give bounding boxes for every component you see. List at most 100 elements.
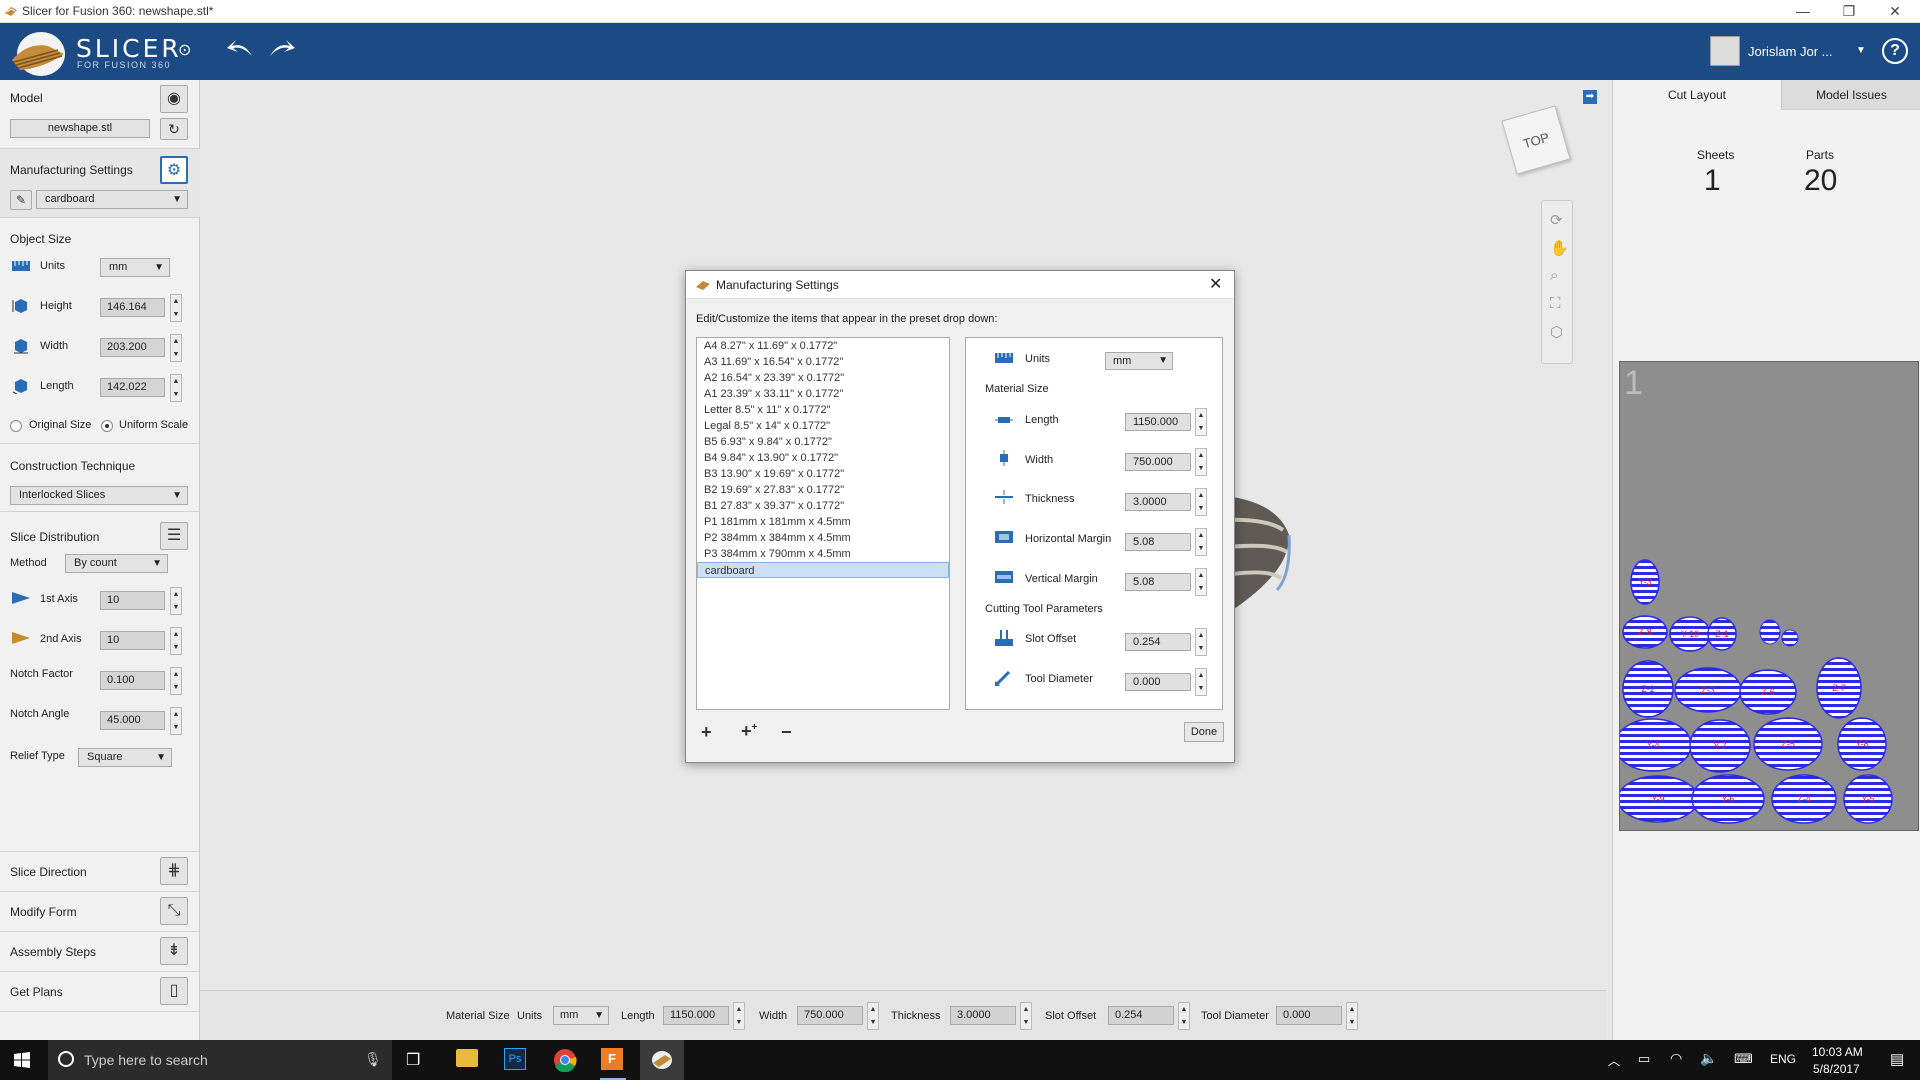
slice-direction-section[interactable]: Slice Direction ⋕ xyxy=(0,852,200,892)
fit-view-icon[interactable]: ⛶ xyxy=(1550,295,1561,312)
preset-item[interactable]: cardboard xyxy=(697,562,949,578)
refresh-icon[interactable]: ↻ xyxy=(160,118,188,140)
fusion360-icon[interactable]: F xyxy=(601,1048,623,1070)
preset-item[interactable]: B4 9.84" x 13.90" x 0.1772" xyxy=(697,450,949,466)
dlg-hmargin-stepper[interactable]: ▲ ▼ xyxy=(1195,528,1207,556)
tab-model-issues[interactable]: Model Issues xyxy=(1781,80,1920,110)
bb-length-input[interactable]: 1150.000 xyxy=(663,1006,729,1025)
user-menu[interactable]: Jorislam Jor ... ▼ xyxy=(1710,33,1866,69)
eye-icon[interactable]: ◉ xyxy=(160,85,188,113)
home-cube-icon[interactable]: ⬡ xyxy=(1550,323,1563,341)
preset-item[interactable]: B3 13.90" x 19.69" x 0.1772" xyxy=(697,466,949,482)
preset-item[interactable]: Legal 8.5" x 14" x 0.1772" xyxy=(697,418,949,434)
cut-sheet[interactable]: 1 Y-3 Z-8 Y-10 Z-1 Z-2 Z-3 Z-6 Z-7 Y-4 Y-7 Z-5 Y-8 Y… xyxy=(1619,361,1919,831)
cut-part[interactable] xyxy=(1781,629,1799,647)
preset-item[interactable]: P1 181mm x 181mm x 4.5mm xyxy=(697,514,949,530)
manufacturing-preset-select[interactable]: cardboard ▼ xyxy=(36,190,188,209)
battery-icon[interactable]: ▭ xyxy=(1638,1051,1650,1080)
preset-item[interactable]: B2 19.69" x 27.83" x 0.1772" xyxy=(697,482,949,498)
settings-circle-icon[interactable]: ⊙ xyxy=(178,40,191,62)
preset-item[interactable]: B5 6.93" x 9.84" x 0.1772" xyxy=(697,434,949,450)
bb-width-stepper[interactable]: ▲ ▼ xyxy=(867,1002,879,1030)
zoom-icon[interactable]: ⌕ xyxy=(1550,267,1558,284)
axis1-stepper[interactable]: ▲ ▼ xyxy=(170,587,182,615)
chevron-up-icon[interactable]: ︿ xyxy=(1608,1052,1620,1080)
remove-preset-button[interactable]: − xyxy=(781,722,792,743)
dlg-tool-diameter-input[interactable]: 0.000 xyxy=(1125,673,1191,691)
modify-form-icon[interactable]: ⤡ xyxy=(160,897,188,925)
bb-tool-diameter-input[interactable]: 0.000 xyxy=(1276,1006,1342,1025)
dlg-length-stepper[interactable]: ▲ ▼ xyxy=(1195,408,1207,436)
clock-date[interactable]: 5/8/2017 xyxy=(1813,1062,1860,1076)
file-explorer-icon[interactable] xyxy=(456,1049,478,1067)
undo-icon[interactable] xyxy=(226,38,254,60)
uniform-scale-radio[interactable] xyxy=(101,420,113,432)
done-button[interactable]: Done xyxy=(1184,722,1224,742)
preset-item[interactable]: A2 16.54" x 23.39" x 0.1772" xyxy=(697,370,949,386)
preset-item[interactable]: A4 8.27" x 11.69" x 0.1772" xyxy=(697,338,949,354)
axis2-stepper[interactable]: ▲ ▼ xyxy=(170,627,182,655)
view-cube[interactable]: TOP xyxy=(1501,105,1571,175)
preset-item[interactable]: P3 384mm x 790mm x 4.5mm xyxy=(697,546,949,562)
cut-part[interactable] xyxy=(1759,619,1781,645)
bb-tool-diameter-stepper[interactable]: ▲ ▼ xyxy=(1346,1002,1358,1030)
method-select[interactable]: By count ▼ xyxy=(65,554,168,573)
dlg-length-input[interactable]: 1150.000 xyxy=(1125,413,1191,431)
dlg-slot-offset-stepper[interactable]: ▲ ▼ xyxy=(1195,628,1207,656)
tab-cut-layout[interactable]: Cut Layout xyxy=(1613,80,1781,110)
width-stepper[interactable]: ▲ ▼ xyxy=(170,334,182,362)
add-preset-button[interactable]: + xyxy=(701,722,712,743)
windows-start-icon[interactable] xyxy=(14,1052,30,1068)
preset-item[interactable]: B1 27.83" x 39.37" x 0.1772" xyxy=(697,498,949,514)
language-indicator[interactable]: ENG xyxy=(1770,1052,1796,1080)
notch-factor-input[interactable]: 0.100 xyxy=(100,671,165,690)
dlg-units-select[interactable]: mm ▼ xyxy=(1105,352,1173,370)
dlg-slot-offset-input[interactable]: 0.254 xyxy=(1125,633,1191,651)
pencil-icon[interactable]: ✎ xyxy=(10,190,32,210)
length-input[interactable]: 142.022 xyxy=(100,378,165,397)
slice-direction-icon[interactable]: ⋕ xyxy=(160,857,188,885)
bb-slot-offset-input[interactable]: 0.254 xyxy=(1108,1006,1174,1025)
help-icon[interactable]: ? xyxy=(1882,38,1908,64)
bb-slot-offset-stepper[interactable]: ▲ ▼ xyxy=(1178,1002,1190,1030)
chrome-icon[interactable] xyxy=(553,1048,577,1072)
orbit-icon[interactable]: ⟳ xyxy=(1550,211,1563,229)
height-stepper[interactable]: ▲ ▼ xyxy=(170,294,182,322)
dlg-vmargin-input[interactable]: 5.08 xyxy=(1125,573,1191,591)
volume-icon[interactable]: 🔈 xyxy=(1700,1050,1717,1080)
task-view-icon[interactable]: ❐ xyxy=(406,1050,420,1080)
notch-angle-input[interactable]: 45.000 xyxy=(100,711,165,730)
preset-item[interactable]: P2 384mm x 384mm x 4.5mm xyxy=(697,530,949,546)
notifications-icon[interactable]: ▤ xyxy=(1890,1050,1904,1080)
notch-angle-stepper[interactable]: ▲ ▼ xyxy=(170,707,182,735)
notch-factor-stepper[interactable]: ▲ ▼ xyxy=(170,667,182,695)
document-icon[interactable]: ▯ xyxy=(160,977,188,1005)
bb-thickness-input[interactable]: 3.0000 xyxy=(950,1006,1016,1025)
modify-form-section[interactable]: Modify Form ⤡ xyxy=(0,892,200,932)
width-input[interactable]: 203.200 xyxy=(100,338,165,357)
get-plans-section[interactable]: Get Plans ▯ xyxy=(0,972,200,1012)
height-input[interactable]: 146.164 xyxy=(100,298,165,317)
minimize-button[interactable]: — xyxy=(1783,0,1823,23)
axis2-input[interactable]: 10 xyxy=(100,631,165,650)
bb-width-input[interactable]: 750.000 xyxy=(797,1006,863,1025)
chevron-down-icon[interactable]: ▼ xyxy=(1856,45,1866,56)
original-size-radio[interactable] xyxy=(10,420,22,432)
units-select[interactable]: mm ▼ xyxy=(100,258,170,277)
dlg-tool-diameter-stepper[interactable]: ▲ ▼ xyxy=(1195,668,1207,696)
bb-units-select[interactable]: mm ▼ xyxy=(553,1006,609,1025)
preset-item[interactable]: A3 11.69" x 16.54" x 0.1772" xyxy=(697,354,949,370)
gear-icon[interactable]: ⚙ xyxy=(160,156,188,184)
bb-thickness-stepper[interactable]: ▲ ▼ xyxy=(1020,1002,1032,1030)
microphone-icon[interactable]: 🎙 xyxy=(364,1051,382,1068)
redo-icon[interactable] xyxy=(268,38,296,60)
slicer-taskbar-button[interactable] xyxy=(640,1040,684,1080)
assembly-steps-section[interactable]: Assembly Steps ⇟ xyxy=(0,932,200,972)
duplicate-preset-icon[interactable]: ++ xyxy=(741,721,757,742)
pan-hand-icon[interactable]: ✋ xyxy=(1550,239,1569,257)
bb-length-stepper[interactable]: ▲ ▼ xyxy=(733,1002,745,1030)
list-icon[interactable]: ☰ xyxy=(160,522,188,550)
preset-item[interactable]: A1 23.39" x 33.11" x 0.1772" xyxy=(697,386,949,402)
dlg-vmargin-stepper[interactable]: ▲ ▼ xyxy=(1195,568,1207,596)
dlg-width-input[interactable]: 750.000 xyxy=(1125,453,1191,471)
